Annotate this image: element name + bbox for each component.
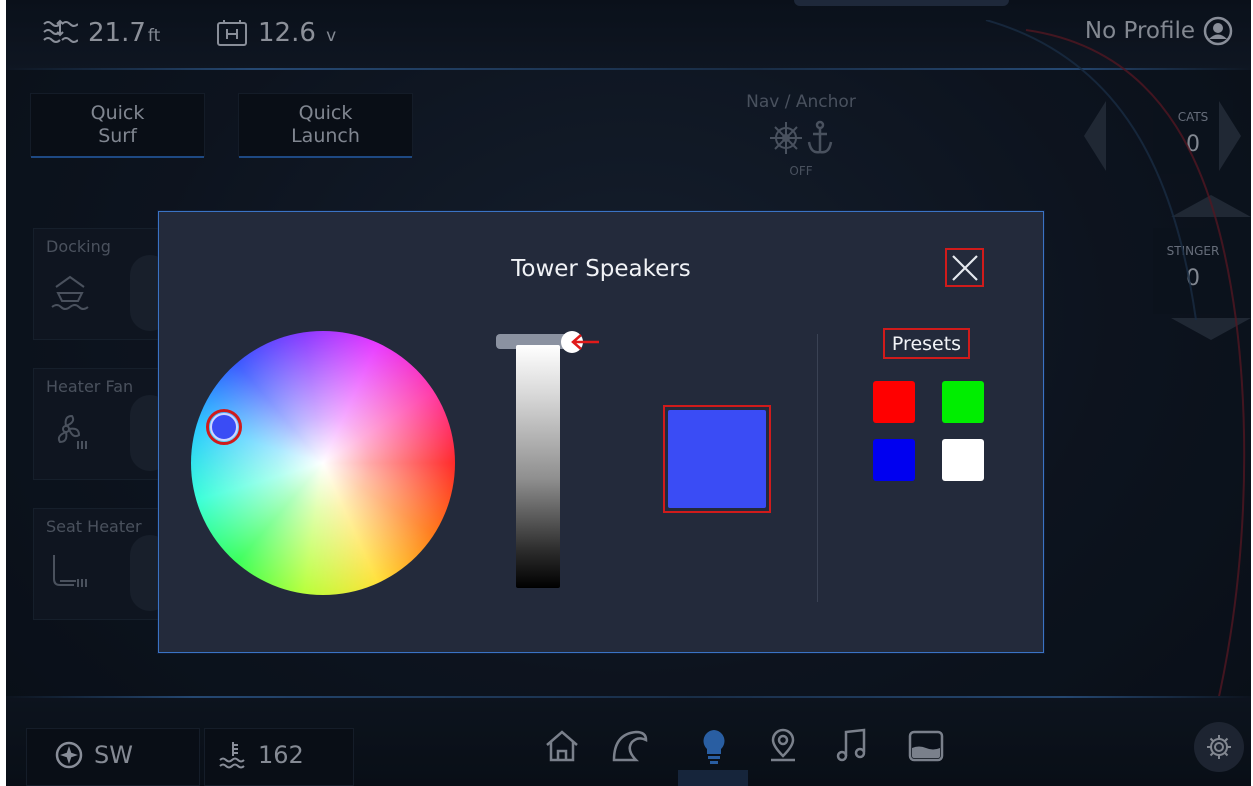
dialog-title: Tower Speakers	[511, 256, 691, 282]
arrow-left-icon	[571, 334, 599, 350]
color-wheel[interactable]	[191, 331, 455, 595]
preset-blue[interactable]	[873, 439, 915, 481]
presets-heading: Presets	[883, 328, 970, 359]
presets-label: Presets	[891, 332, 962, 355]
close-button[interactable]	[945, 248, 984, 287]
selected-color-dot	[210, 413, 238, 441]
selected-color-swatch[interactable]	[663, 405, 771, 513]
boat-control-screen: 21.7 ft 12.6 v No Profile Quick Surf Qui…	[6, 0, 1251, 786]
swatch-fill	[668, 410, 766, 508]
vertical-divider	[817, 334, 818, 602]
preset-green[interactable]	[942, 381, 984, 423]
close-icon	[951, 254, 978, 281]
brightness-slider[interactable]	[516, 345, 560, 588]
color-picker-dialog: Tower Speakers Presets	[158, 211, 1044, 653]
color-wheel-handle[interactable]	[206, 409, 242, 445]
preset-white[interactable]	[942, 439, 984, 481]
preset-red[interactable]	[873, 381, 915, 423]
